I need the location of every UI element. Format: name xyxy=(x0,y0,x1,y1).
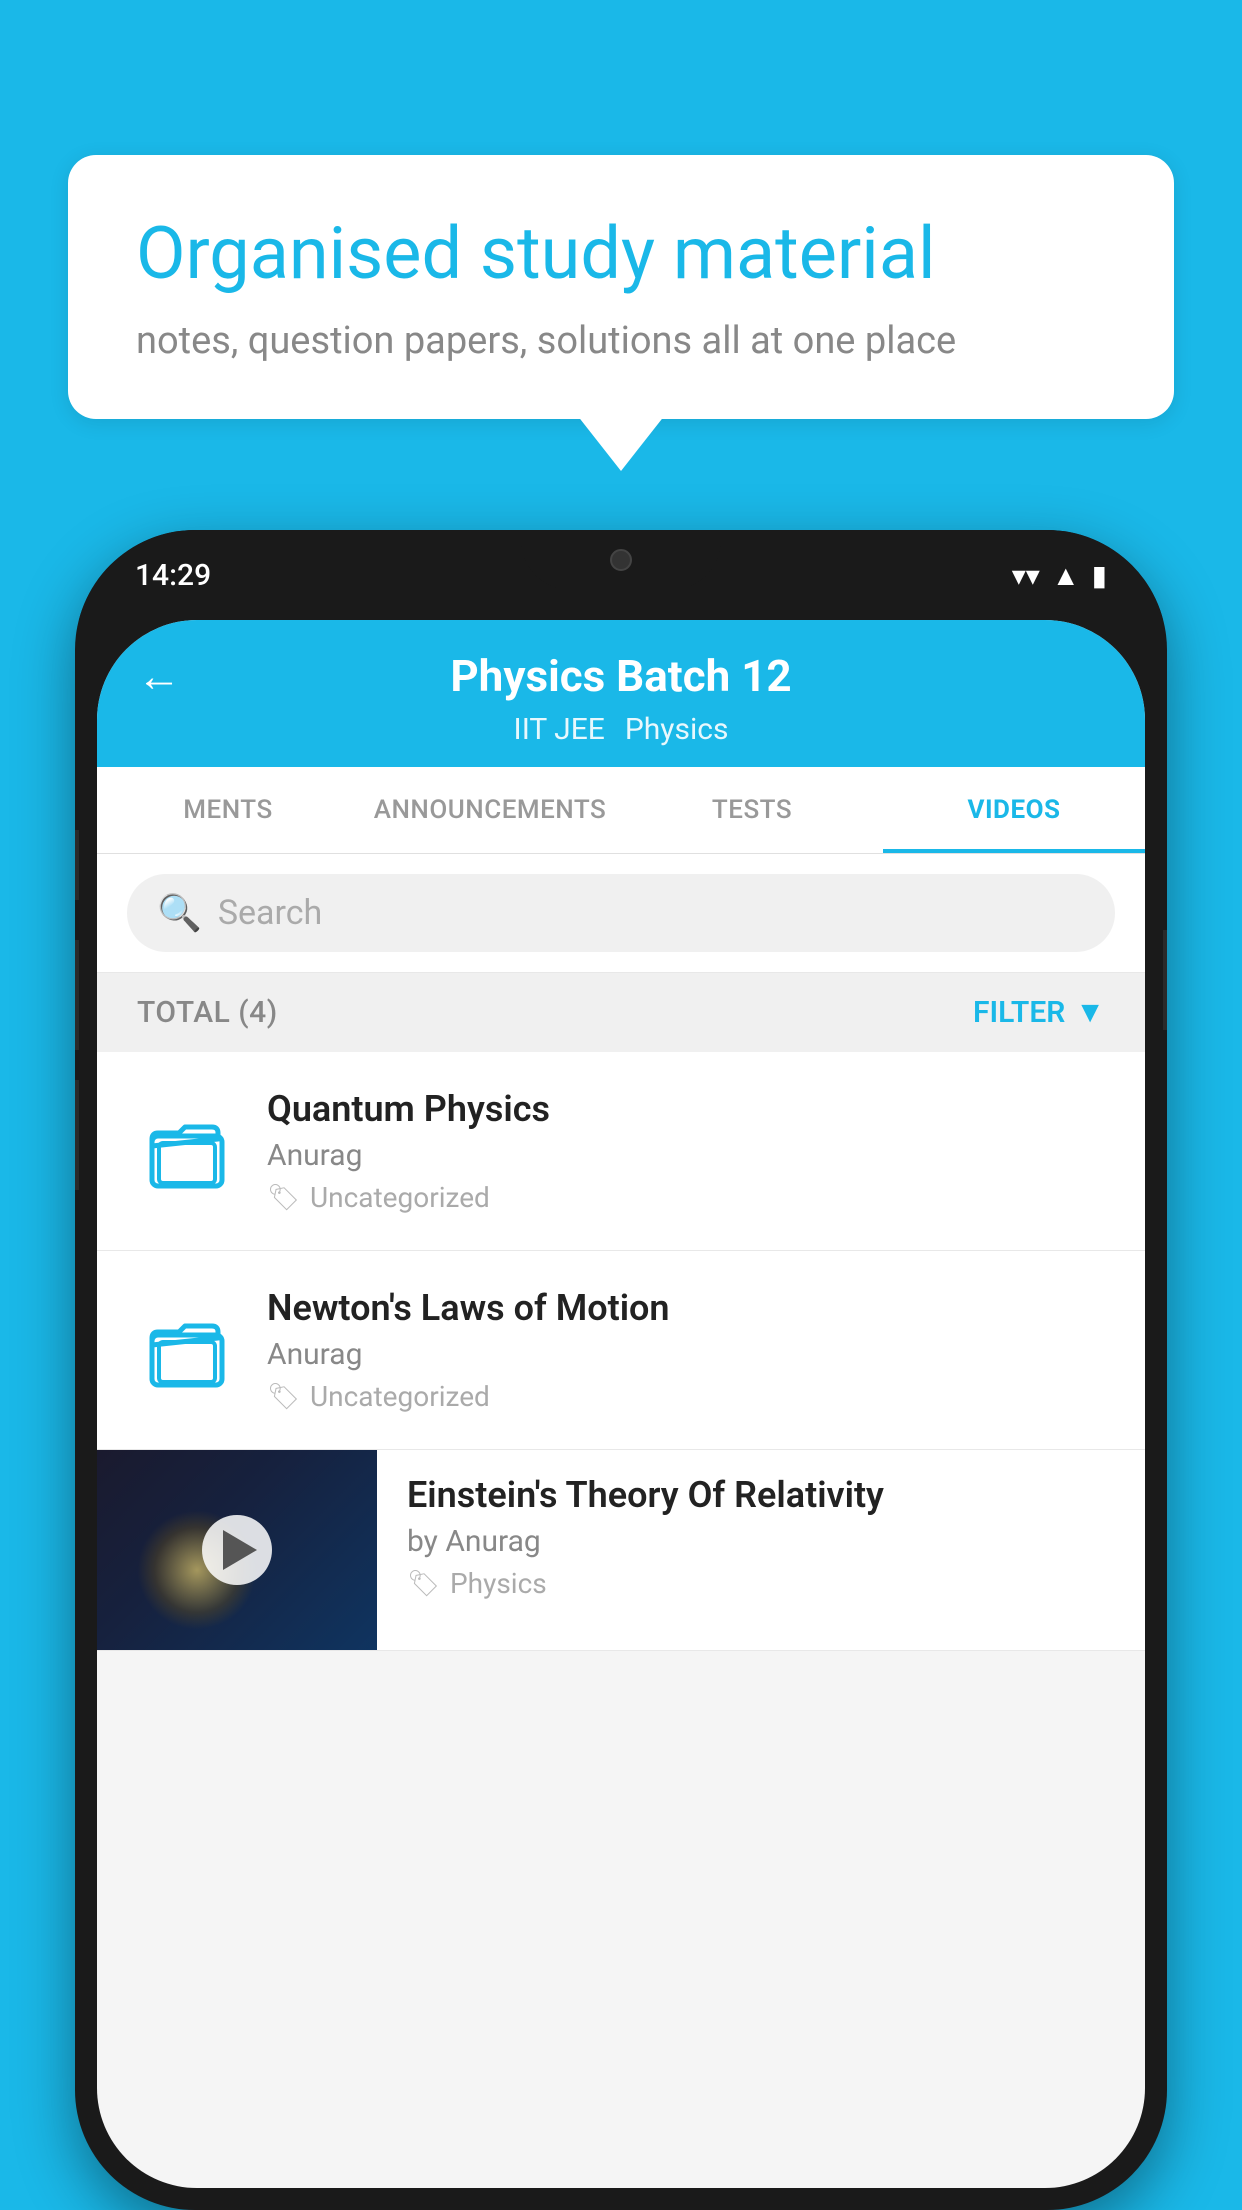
filter-button[interactable]: FILTER ▼ xyxy=(973,995,1105,1030)
item-info2: Newton's Laws of Motion Anurag 🏷 Uncateg… xyxy=(267,1287,1105,1413)
speech-bubble: Organised study material notes, question… xyxy=(68,155,1174,419)
item-info: Quantum Physics Anurag 🏷 Uncategorized xyxy=(267,1088,1105,1214)
app-header-top: ← Physics Batch 12 xyxy=(97,620,1145,712)
silent-button xyxy=(75,830,79,900)
header-subtitle: IIT JEE Physics xyxy=(97,712,1145,767)
camera xyxy=(610,549,632,571)
bubble-title: Organised study material xyxy=(136,211,1106,297)
power-button xyxy=(1163,930,1167,1030)
search-placeholder: Search xyxy=(218,893,322,933)
tab-videos[interactable]: VIDEOS xyxy=(883,767,1145,853)
battery-icon: ▮ xyxy=(1092,559,1107,592)
list-item[interactable]: Quantum Physics Anurag 🏷 Uncategorized xyxy=(97,1052,1145,1251)
volume-down-button xyxy=(75,1080,79,1190)
search-container: 🔍 Search xyxy=(97,854,1145,973)
tab-bar: MENTS ANNOUNCEMENTS TESTS VIDEOS xyxy=(97,767,1145,854)
total-count: TOTAL (4) xyxy=(137,995,278,1030)
subtitle-iitjee: IIT JEE xyxy=(514,712,605,747)
app-header: ← Physics Batch 12 IIT JEE Physics xyxy=(97,620,1145,767)
tag-label3: Physics xyxy=(450,1567,547,1600)
search-icon: 🔍 xyxy=(157,892,202,934)
item-title: Quantum Physics xyxy=(267,1088,1105,1130)
phone-screen: ← Physics Batch 12 IIT JEE Physics MENTS… xyxy=(97,620,1145,2188)
back-button[interactable]: ← xyxy=(137,650,181,702)
play-button[interactable] xyxy=(202,1515,272,1585)
phone-frame: 14:29 ▾▾ ▲ ▮ ← Physics Batch 12 IIT JEE … xyxy=(75,530,1167,2210)
status-bar: 14:29 ▾▾ ▲ ▮ xyxy=(75,530,1167,620)
video-thumbnail xyxy=(97,1450,377,1650)
bubble-subtitle: notes, question papers, solutions all at… xyxy=(136,319,1106,363)
item-author: Anurag xyxy=(267,1138,1105,1173)
status-icons: ▾▾ ▲ ▮ xyxy=(1012,559,1107,592)
status-time: 14:29 xyxy=(135,558,211,593)
play-triangle-icon xyxy=(223,1530,257,1570)
tab-ments[interactable]: MENTS xyxy=(97,767,359,853)
filter-bar: TOTAL (4) FILTER ▼ xyxy=(97,973,1145,1052)
search-bar[interactable]: 🔍 Search xyxy=(127,874,1115,952)
item-icon-folder2 xyxy=(137,1310,237,1390)
filter-label: FILTER xyxy=(973,995,1065,1030)
header-title: Physics Batch 12 xyxy=(450,650,791,702)
tag-label: Uncategorized xyxy=(310,1181,490,1214)
tag-label2: Uncategorized xyxy=(310,1380,490,1413)
subtitle-physics: Physics xyxy=(625,712,729,747)
tag-icon: 🏷 xyxy=(267,1183,300,1213)
item-icon-folder xyxy=(137,1111,237,1191)
tag-icon2: 🏷 xyxy=(267,1382,300,1412)
notch xyxy=(521,530,721,590)
video-title: Einstein's Theory Of Relativity xyxy=(407,1474,1115,1516)
tag-icon3: 🏷 xyxy=(407,1569,440,1599)
item-tag2: 🏷 Uncategorized xyxy=(267,1380,1105,1413)
item-author2: Anurag xyxy=(267,1337,1105,1372)
wifi-icon: ▾▾ xyxy=(1012,559,1040,592)
video-tag: 🏷 Physics xyxy=(407,1567,1115,1600)
signal-icon: ▲ xyxy=(1052,559,1080,592)
tab-announcements[interactable]: ANNOUNCEMENTS xyxy=(359,767,621,853)
content-list: Quantum Physics Anurag 🏷 Uncategorized xyxy=(97,1052,1145,1651)
folder-svg xyxy=(147,1111,227,1191)
folder-svg2 xyxy=(147,1310,227,1390)
tab-tests[interactable]: TESTS xyxy=(621,767,883,853)
list-item[interactable]: Newton's Laws of Motion Anurag 🏷 Uncateg… xyxy=(97,1251,1145,1450)
volume-up-button xyxy=(75,940,79,1050)
video-author: by Anurag xyxy=(407,1524,1115,1559)
list-item-video[interactable]: Einstein's Theory Of Relativity by Anura… xyxy=(97,1450,1145,1651)
item-tag: 🏷 Uncategorized xyxy=(267,1181,1105,1214)
filter-icon: ▼ xyxy=(1075,995,1105,1030)
item-title2: Newton's Laws of Motion xyxy=(267,1287,1105,1329)
video-info: Einstein's Theory Of Relativity by Anura… xyxy=(377,1450,1145,1624)
